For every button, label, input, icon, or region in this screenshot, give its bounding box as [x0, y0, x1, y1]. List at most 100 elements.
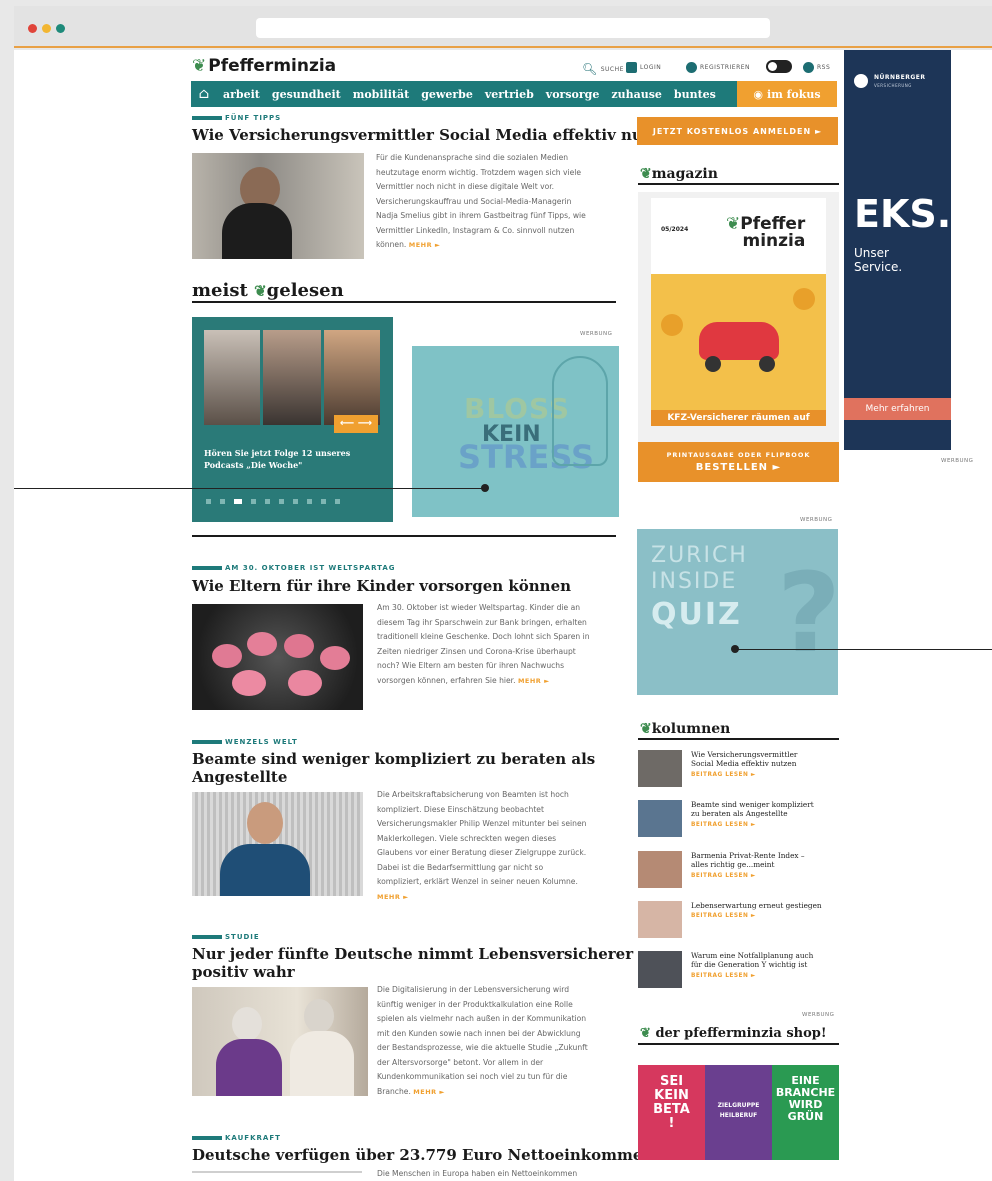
- minimize-window-dot[interactable]: [42, 24, 51, 33]
- nav-item-zuhause[interactable]: zuhause: [605, 88, 668, 101]
- kolumne-item[interactable]: Lebenserwartung erneut gestiegen BEITRAG…: [638, 901, 843, 941]
- nav-item-im-fokus[interactable]: ◉ im fokus: [737, 81, 837, 107]
- read-article-link[interactable]: BEITRAG LESEN ►: [691, 822, 756, 828]
- ad-nuernberger[interactable]: NÜRNBERGER VERSICHERUNG EKS. Unser Servic…: [844, 50, 951, 450]
- article-title[interactable]: Deutsche verfügen über 23.779 Euro Netto…: [192, 1146, 653, 1164]
- more-link[interactable]: MEHR ►: [413, 1088, 445, 1096]
- article-image-piggy-banks[interactable]: [192, 604, 363, 710]
- nav-item-arbeit[interactable]: arbeit: [217, 88, 266, 101]
- kolumne-item[interactable]: Beamte sind weniger kompliziert zu berate…: [638, 800, 843, 840]
- article-kicker: FÜNF TIPPS: [192, 114, 281, 122]
- article-title[interactable]: Beamte sind weniger kompliziert zu berat…: [192, 750, 595, 786]
- kolumnen-heading: ❦kolumnen: [640, 721, 731, 737]
- read-article-link[interactable]: BEITRAG LESEN ►: [691, 873, 756, 879]
- shop-product-1[interactable]: SEI KEIN BETA!: [638, 1065, 705, 1160]
- kolumne-thumbnail: [638, 901, 682, 938]
- section-rule: [192, 301, 616, 303]
- article-image-man-portrait[interactable]: [192, 792, 363, 896]
- kolumne-thumbnail: [638, 800, 682, 837]
- read-article-link[interactable]: BEITRAG LESEN ►: [691, 772, 756, 778]
- section-rule: [638, 738, 839, 740]
- annotation-line: [737, 649, 992, 650]
- rss-icon: [803, 62, 814, 73]
- more-link[interactable]: MEHR ►: [518, 677, 550, 685]
- article-kicker: AM 30. OKTOBER IST WELTSPARTAG: [192, 564, 396, 572]
- magazine-illustration: [651, 274, 826, 424]
- slider-pagination[interactable]: [206, 499, 340, 504]
- magazin-heading: ❦magazin: [640, 166, 718, 182]
- more-link[interactable]: MEHR ►: [409, 241, 441, 249]
- slider-caption[interactable]: Hören Sie jetzt Folge 12 unseres Podcast…: [204, 447, 384, 471]
- nav-item-mobilitaet[interactable]: mobilität: [347, 88, 416, 101]
- kolumne-item[interactable]: Warum eine Notfallplanung auch für die Ge…: [638, 951, 843, 991]
- kolumne-thumbnail: [638, 851, 682, 888]
- section-rule: [638, 183, 839, 185]
- seal-illustration-icon: [552, 356, 608, 466]
- article-kicker: STUDIE: [192, 933, 260, 941]
- nuernberger-logo-icon: [854, 74, 868, 88]
- article-title[interactable]: Nur jeder fünfte Deutsche nimmt Lebensve…: [192, 945, 633, 981]
- kolumne-thumbnail: [638, 951, 682, 988]
- article-teaser: Die Arbeitskraftabsicherung von Beamten …: [377, 790, 587, 901]
- signup-button[interactable]: JETZT KOSTENLOS ANMELDEN ►: [637, 117, 838, 145]
- shop-heading: ❦ der pfefferminzia shop!: [640, 1026, 827, 1041]
- article-title[interactable]: Wie Eltern für ihre Kinder vorsorgen kön…: [192, 577, 571, 595]
- shop-product-3[interactable]: EINE BRANCHE WIRD GRÜN: [772, 1065, 839, 1160]
- ad-label: WERBUNG: [802, 1012, 835, 1018]
- kolumne-item[interactable]: Barmenia Privat-Rente Index – alles richt…: [638, 851, 843, 891]
- order-magazine-button[interactable]: PRINTAUSGABE ODER FLIPBOOK BESTELLEN ►: [638, 442, 839, 482]
- browser-toolbar: [14, 6, 992, 48]
- dark-mode-toggle[interactable]: [766, 60, 792, 73]
- ad-label: WERBUNG: [800, 517, 833, 523]
- magazine-cover[interactable]: 05/2024 ❦Pfeffer minzia KFZ-Versicherer r…: [638, 192, 839, 482]
- search-link[interactable]: 🔍︎ SUCHE: [582, 62, 624, 76]
- ad-zurich-quiz[interactable]: ZURICH INSIDE QUIZ ?: [637, 529, 838, 695]
- nav-item-gesundheit[interactable]: gesundheit: [266, 88, 347, 101]
- nav-item-gewerbe[interactable]: gewerbe: [415, 88, 479, 101]
- kolumne-thumbnail: [638, 750, 682, 787]
- search-icon: 🔍︎: [582, 62, 598, 76]
- more-link[interactable]: MEHR ►: [377, 893, 409, 901]
- leaf-icon: ❦: [192, 56, 207, 76]
- article-title[interactable]: Wie Versicherungsvermittler Social Media…: [192, 126, 679, 144]
- article-image-placeholder: [192, 1171, 362, 1173]
- annotation-dot: [731, 645, 739, 653]
- article-kicker: WENZELS WELT: [192, 738, 298, 746]
- nav-item-vertrieb[interactable]: vertrieb: [479, 88, 540, 101]
- shop-banner[interactable]: SEI KEIN BETA! ZIELGRUPPE HEILBERUF EINE BRA…: [638, 1065, 839, 1160]
- ad-label: WERBUNG: [941, 458, 974, 464]
- nav-item-buntes[interactable]: buntes: [668, 88, 722, 101]
- focus-icon: ◉: [753, 87, 764, 101]
- user-icon: [686, 62, 697, 73]
- maximize-window-dot[interactable]: [56, 24, 65, 33]
- ad-more-button[interactable]: Mehr erfahren: [844, 398, 951, 420]
- close-window-dot[interactable]: [28, 24, 37, 33]
- login-link[interactable]: LOGIN: [626, 62, 661, 73]
- shop-product-2[interactable]: ZIELGRUPPE HEILBERUF: [705, 1065, 772, 1160]
- magazine-logo: ❦Pfeffer minzia: [726, 214, 806, 251]
- read-article-link[interactable]: BEITRAG LESEN ►: [691, 913, 756, 919]
- article-image-portrait[interactable]: [192, 153, 364, 259]
- section-rule: [192, 535, 616, 537]
- slider-photo-2: [263, 330, 321, 425]
- kolumne-item[interactable]: Wie Versicherungsvermittler Social Media …: [638, 750, 843, 790]
- article-kicker: KAUFKRAFT: [192, 1134, 281, 1142]
- site-logo[interactable]: ❦ Pfefferminzia: [192, 56, 336, 76]
- article-teaser: Für die Kundenansprache sind die soziale…: [376, 153, 586, 249]
- home-icon[interactable]: ⌂: [191, 81, 217, 107]
- rss-link[interactable]: RSS: [803, 62, 830, 73]
- main-navigation: ⌂ arbeit gesundheit mobilität gewerbe ve…: [191, 81, 837, 107]
- address-bar[interactable]: [256, 18, 770, 38]
- slider-photo-1: [204, 330, 260, 425]
- podcast-slider[interactable]: ⟵ ⟶ Hören Sie jetzt Folge 12 unseres Pod…: [192, 317, 393, 522]
- register-link[interactable]: REGISTRIEREN: [686, 62, 750, 73]
- read-article-link[interactable]: BEITRAG LESEN ►: [691, 973, 756, 979]
- ad-label: WERBUNG: [580, 331, 613, 337]
- lock-icon: [626, 62, 637, 73]
- meist-gelesen-heading: meist ❦gelesen: [192, 280, 344, 301]
- slider-arrows[interactable]: ⟵ ⟶: [334, 415, 378, 433]
- nav-item-vorsorge[interactable]: vorsorge: [540, 88, 606, 101]
- ad-kein-stress[interactable]: BLOSS KEIN STRESS: [412, 346, 619, 517]
- article-image-elderly-couple[interactable]: [192, 987, 368, 1096]
- section-rule: [638, 1043, 839, 1045]
